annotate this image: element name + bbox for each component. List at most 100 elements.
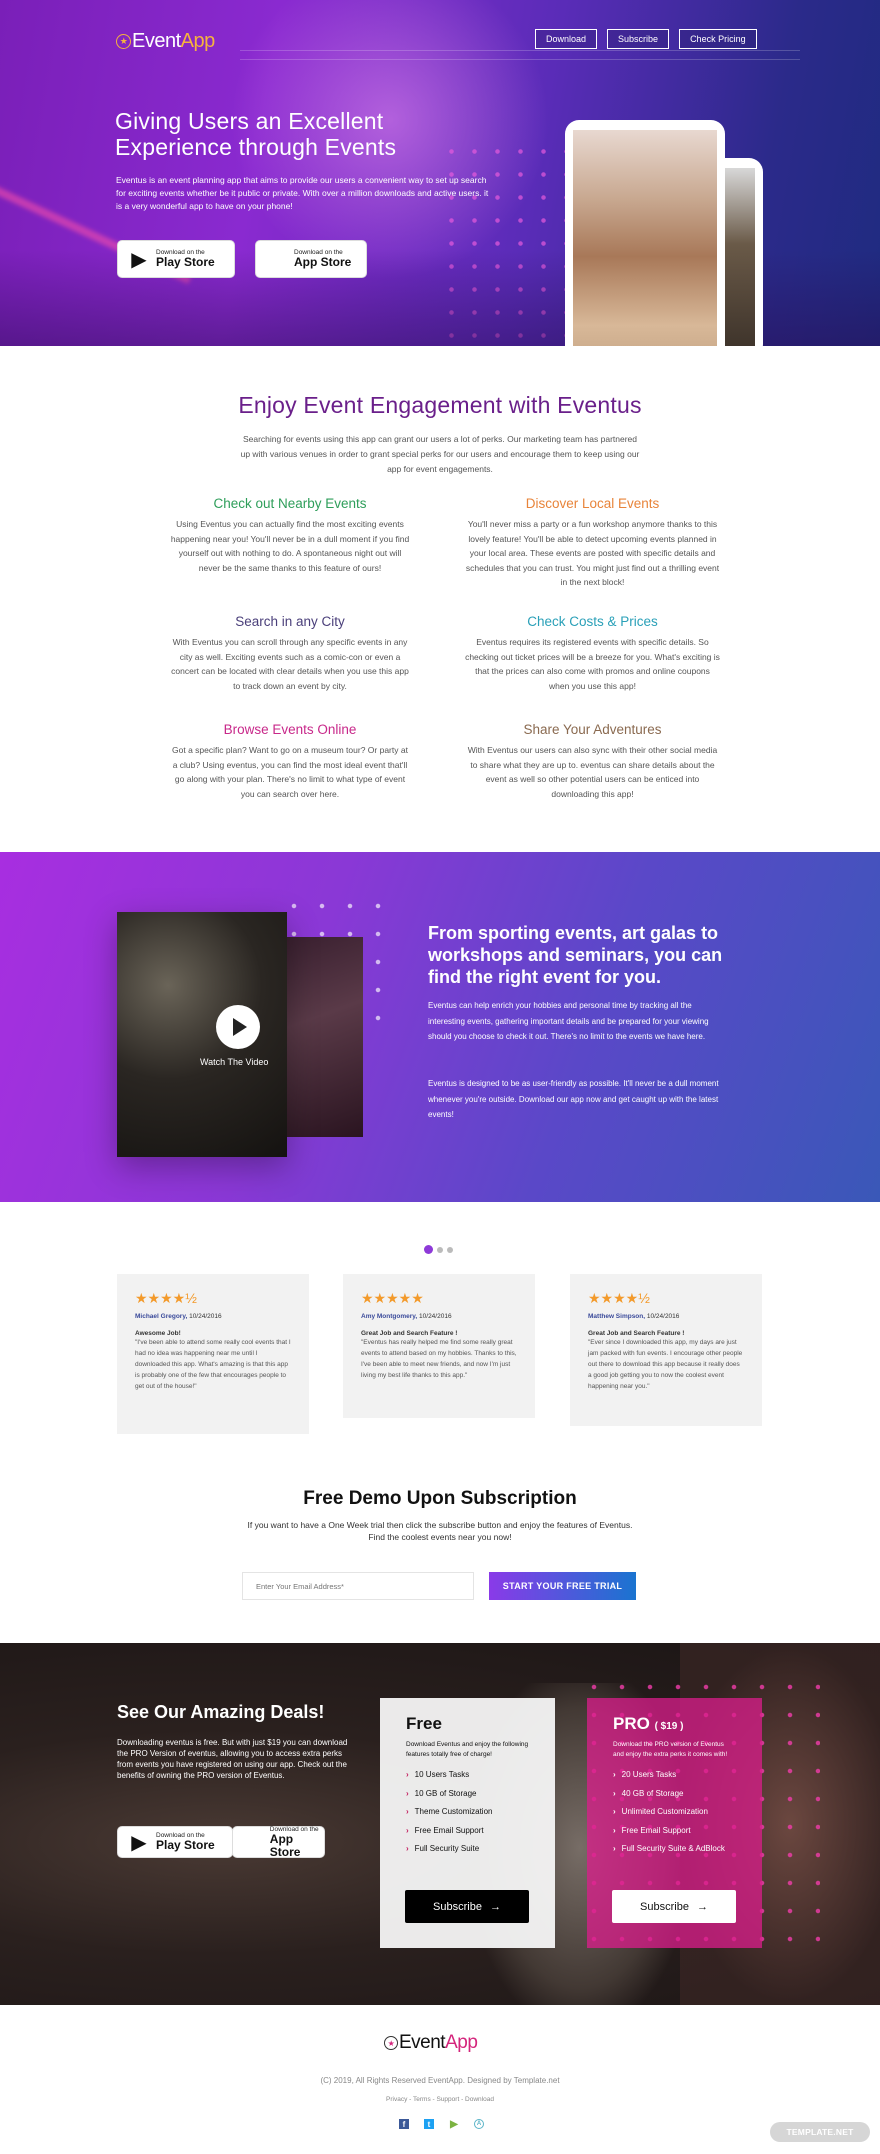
plan-feature-label: 20 Users Tasks [621, 1770, 677, 1779]
plan-feature-label: Free Email Support [621, 1825, 691, 1835]
footer-link-privacy[interactable]: Privacy [386, 2096, 407, 2103]
footer-links: Privacy - Terms - Support - Download [0, 2096, 880, 2103]
plan-description: Download Eventus and enjoy the following… [406, 1741, 529, 1758]
plan-feature-label: Free Email Support [414, 1825, 484, 1835]
subscribe-pro-button[interactable]: Subscribe → [612, 1890, 736, 1923]
watch-video-label[interactable]: Watch The Video [200, 1057, 268, 1067]
footer-link-download[interactable]: Download [465, 2096, 494, 2103]
plan-feature-label: Full Security Suite & AdBlock [621, 1844, 725, 1853]
feature-text: Using Eventus you can actually find the … [170, 519, 410, 573]
plan-description: Download the PRO version of Eventus and … [613, 1741, 728, 1758]
carousel-dot-2[interactable] [437, 1246, 443, 1253]
plan-price: ( $19 ) [654, 1721, 684, 1732]
plan-card-pro: PRO ( $19 ) Download the PRO version of … [587, 1698, 762, 1948]
play-store-icon: ▶ [131, 248, 147, 271]
video-paragraph-1: Eventus can help enrich your hobbies and… [428, 1001, 709, 1041]
app-store-label: App Store [294, 255, 352, 269]
star-circle-icon: ★ [116, 34, 131, 49]
review-date: 10/24/2016 [646, 1313, 680, 1320]
play-store-icon: ▶ [131, 1831, 147, 1854]
plan-feature-label: Theme Customization [414, 1807, 493, 1816]
plan-feature: › 20 Users Tasks [613, 1770, 736, 1779]
phone-screen-dancer [573, 130, 717, 346]
feature-title: Browse Events Online [223, 722, 357, 737]
video-secondary-image [287, 937, 363, 1137]
start-free-trial-button[interactable]: START YOUR FREE TRIAL [489, 1572, 636, 1600]
hero-description: Eventus is an event planning app that ai… [116, 175, 489, 211]
feature-text: With Eventus you can scroll through any … [171, 637, 409, 691]
plan-features: › 10 Users Tasks › 10 GB of Storage › Theme… [406, 1770, 529, 1853]
feature-text: With Eventus our users can also sync wit… [467, 745, 718, 799]
plan-feature: › Theme Customization [406, 1807, 529, 1816]
feature-search-city: Search in any City With Eventus you can … [170, 614, 410, 693]
review-title: Great Job and Search Feature ! [361, 1330, 458, 1337]
subscribe-free-button[interactable]: Subscribe → [405, 1890, 529, 1923]
carousel-dot-3[interactable] [447, 1246, 453, 1253]
feature-title: Check out Nearby Events [213, 496, 367, 511]
feature-title: Search in any City [235, 614, 345, 629]
app-store-icon[interactable]: A [474, 2119, 484, 2129]
footer-link-support[interactable]: Support [436, 2096, 459, 2103]
chevron-right-icon: › [613, 1807, 616, 1816]
nav-check-pricing-button[interactable]: Check Pricing [679, 29, 757, 49]
carousel-dot-1[interactable] [424, 1245, 433, 1254]
google-play-icon[interactable]: ▶ [449, 2119, 459, 2130]
review-text: "Eventus has really helped me find some … [361, 1339, 517, 1379]
facebook-icon[interactable]: f [399, 2119, 409, 2129]
play-store-label: Play Store [156, 255, 215, 269]
hero-title: Giving Users an Excellent Experience thr… [115, 108, 397, 160]
app-store-label: App Store [269, 1831, 301, 1859]
plan-feature: › Full Security Suite [406, 1844, 529, 1853]
twitter-icon[interactable]: t [424, 2119, 434, 2129]
chevron-right-icon: › [613, 1844, 616, 1853]
review-text: "Ever since I downloaded this app, my da… [588, 1339, 743, 1390]
chevron-right-icon: › [613, 1825, 616, 1835]
star-rating: ★★★★½ [588, 1290, 650, 1306]
app-store-button[interactable]: Download on the App Store [255, 240, 367, 278]
footer-logo[interactable]: ★ Event App [384, 2032, 478, 2054]
review-card: ★★★★½ Michael Gregory, 10/24/2016 Awesom… [117, 1274, 309, 1434]
play-video-button[interactable] [216, 1005, 260, 1049]
deals-title: See Our Amazing Deals! [117, 1702, 325, 1722]
nav-subscribe-button[interactable]: Subscribe [607, 29, 670, 49]
social-links: f t ▶ A [399, 2119, 484, 2130]
deals-app-store-button[interactable]: Download on the App Store [232, 1826, 325, 1858]
reviewer-name: Michael Gregory, [135, 1313, 188, 1320]
subscribe-title: Free Demo Upon Subscription [303, 1488, 577, 1509]
copyright: (C) 2019, All Rights Reserved EventApp. … [320, 2076, 560, 2085]
star-rating: ★★★★½ [135, 1290, 197, 1306]
feature-share-adventures: Share Your Adventures With Eventus our u… [465, 722, 720, 801]
star-rating: ★★★★★ [361, 1290, 424, 1306]
chevron-right-icon: › [613, 1770, 616, 1779]
deals-text: Downloading eventus is free. But with ju… [117, 1738, 348, 1780]
chevron-right-icon: › [406, 1844, 409, 1853]
plan-feature: › 10 GB of Storage [406, 1789, 529, 1798]
logo-text-app: App [445, 2032, 478, 2053]
video-thumbnail[interactable] [117, 912, 287, 1157]
footer-link-terms[interactable]: Terms [413, 2096, 431, 2103]
arrow-right-icon: → [696, 1900, 708, 1913]
nav-download-button[interactable]: Download [535, 29, 598, 49]
plan-title: PRO [613, 1714, 650, 1733]
plan-feature: › Full Security Suite & AdBlock [613, 1844, 736, 1853]
deals-play-store-button[interactable]: ▶ Download on the Play Store [117, 1826, 233, 1858]
review-title: Great Job and Search Feature ! [588, 1330, 685, 1337]
logo-text-event: Event [399, 2032, 446, 2053]
plan-feature: › Free Email Support [613, 1826, 736, 1835]
feature-text: Got a specific plan? Want to go on a mus… [172, 745, 408, 799]
stage-truss [240, 50, 800, 60]
email-input[interactable] [242, 1572, 474, 1600]
template-net-badge[interactable]: TEMPLATE.NET [770, 2122, 870, 2142]
plan-feature: › 40 GB of Storage [613, 1789, 736, 1798]
logo-text-event: Event [132, 30, 181, 52]
play-icon [233, 1018, 247, 1036]
reviewer-line: Matthew Simpson, 10/24/2016 [588, 1313, 744, 1320]
chevron-right-icon: › [406, 1788, 409, 1798]
top-nav: Download Subscribe Check Pricing [535, 29, 757, 49]
subscribe-label: Subscribe [433, 1900, 482, 1913]
features-title: Enjoy Event Engagement with Eventus [238, 392, 642, 418]
play-store-button[interactable]: ▶ Download on the Play Store [117, 240, 235, 278]
plan-feature: › Free Email Support [406, 1826, 529, 1835]
feature-browse-online: Browse Events Online Got a specific plan… [170, 722, 410, 801]
logo[interactable]: ★ Event App [116, 30, 215, 53]
